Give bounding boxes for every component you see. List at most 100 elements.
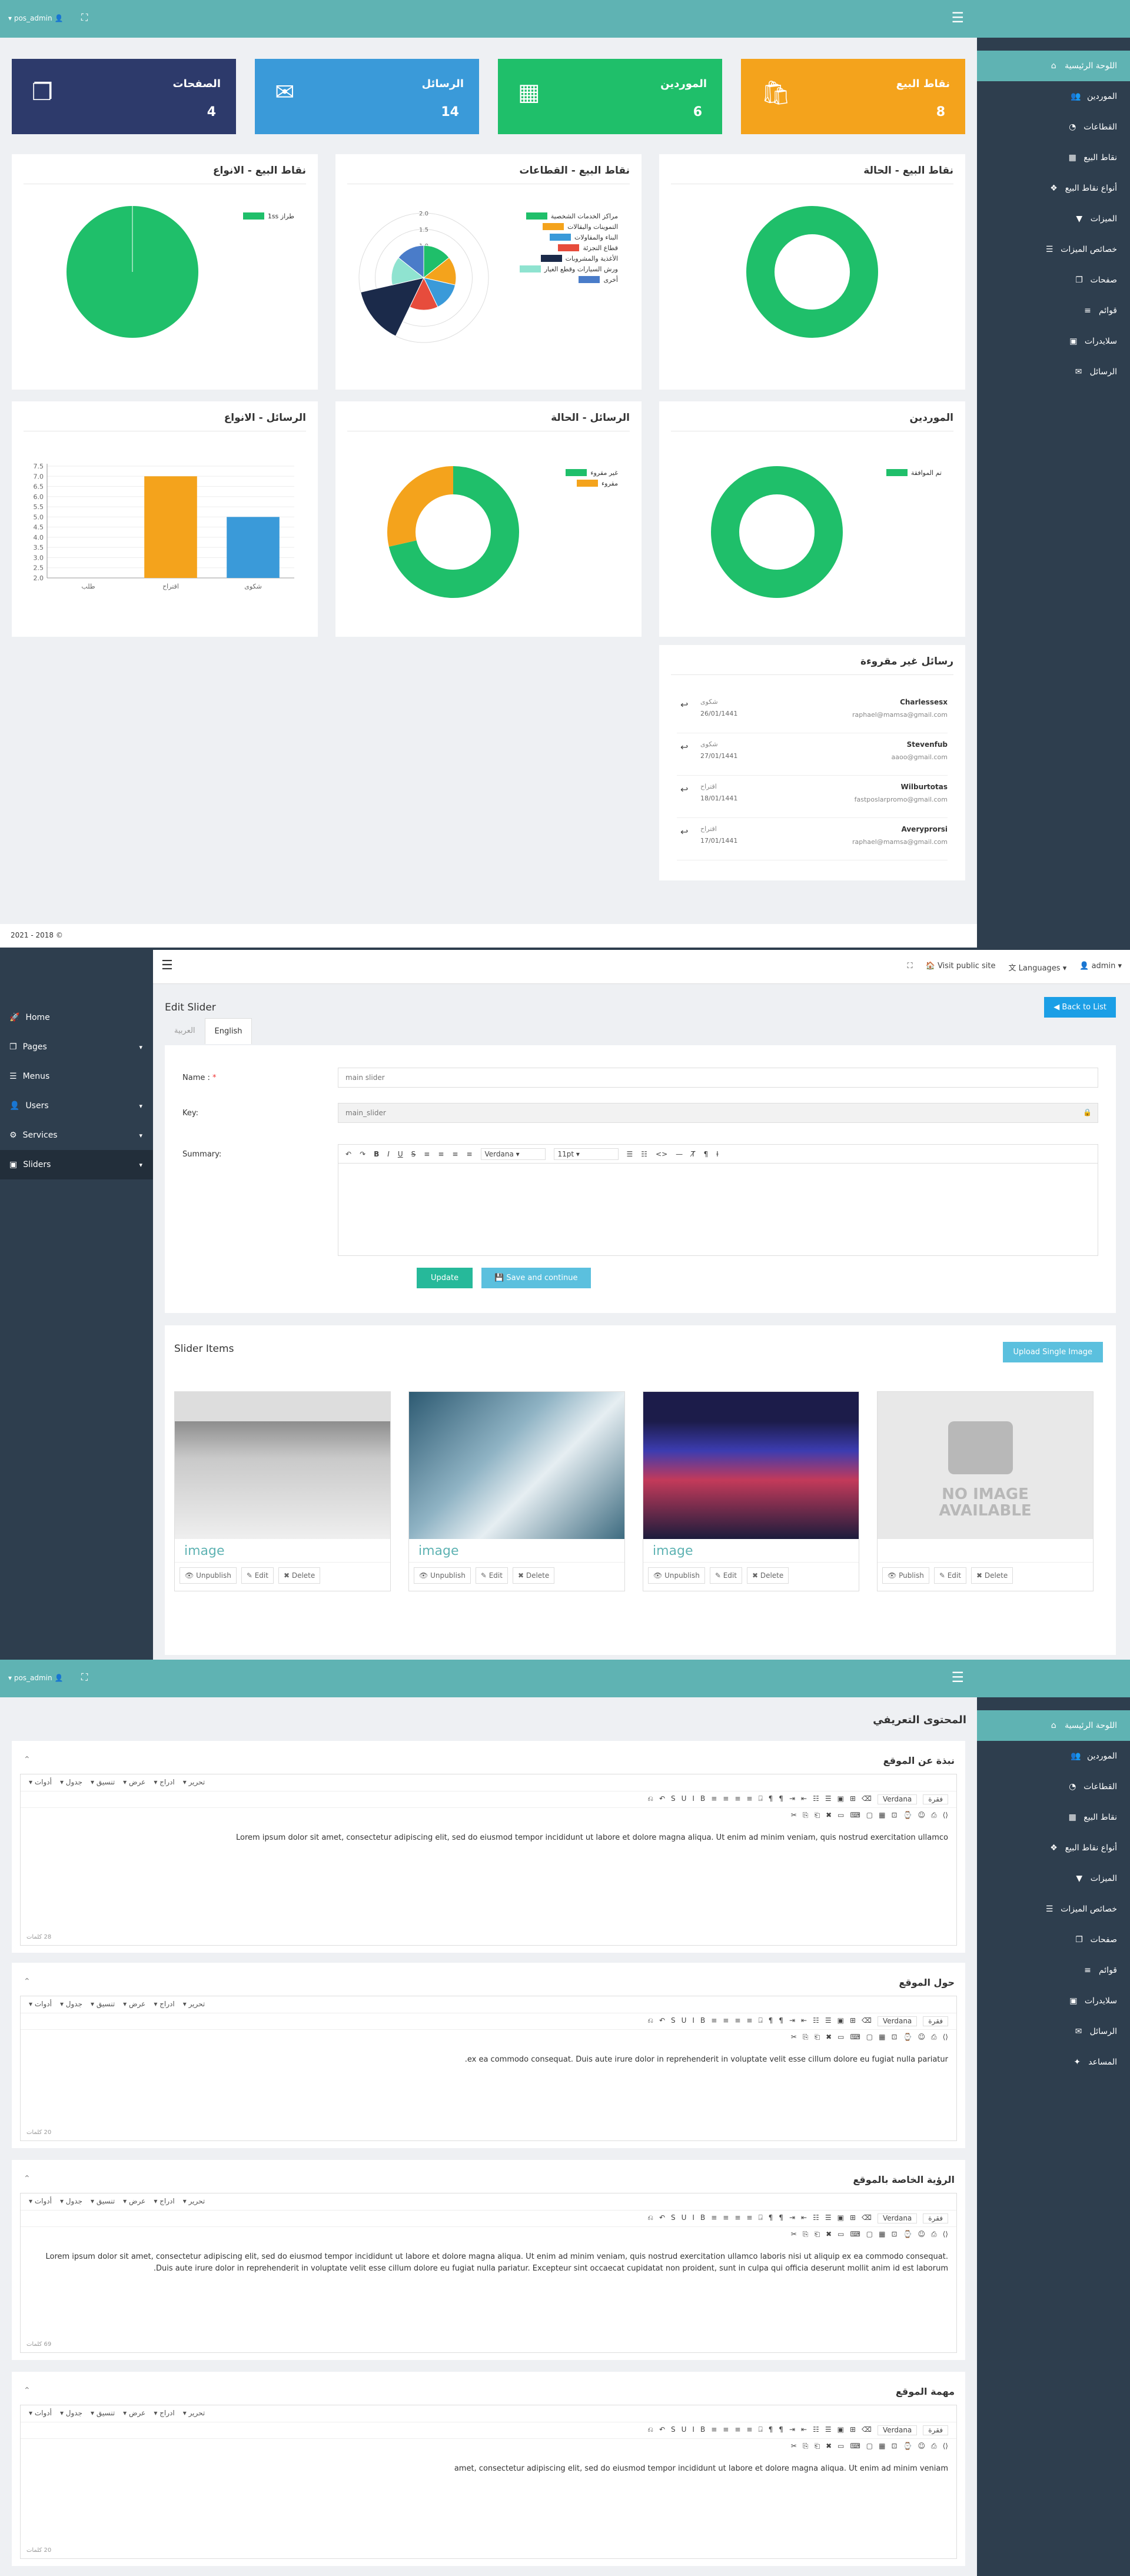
- toolbar-icon[interactable]: U: [682, 2016, 687, 2026]
- toolbar-icon[interactable]: ⎘: [803, 1811, 809, 1821]
- reply-icon[interactable]: ↩: [680, 784, 688, 795]
- toolbar-icon[interactable]: ⊡: [891, 1811, 897, 1821]
- sidebar-item[interactable]: ✦ المساعد: [977, 2047, 1130, 2078]
- message-item[interactable]: Averyprorsi raphael@mamsa@gmail.com اقتراح…: [677, 819, 948, 860]
- format-select[interactable]: فقرة: [923, 2213, 948, 2223]
- toolbar-icon[interactable]: ☷: [813, 2425, 819, 2435]
- pilcrow-icon[interactable]: ¶: [703, 1150, 708, 1158]
- menubar-item[interactable]: تحرير ▾: [183, 2000, 205, 2009]
- bold-icon[interactable]: B: [374, 1150, 379, 1158]
- sidebar-item[interactable]: 👥 الموردين: [977, 1741, 1130, 1771]
- toolbar-icon[interactable]: ⎗: [814, 2442, 820, 2452]
- toolbar-icon[interactable]: ✖: [826, 2033, 832, 2043]
- toolbar-icon[interactable]: ⎙: [931, 2033, 937, 2043]
- save-continue-button[interactable]: 💾 Save and continue: [481, 1268, 591, 1288]
- sidebar-item[interactable]: ≡ قوائم: [977, 1955, 1130, 1986]
- sidebar-item[interactable]: ❖ أنواع نقاط البيع: [977, 173, 1130, 204]
- stat-card[interactable]: الرسائل 14 ✉: [255, 59, 479, 134]
- toolbar-icon[interactable]: ☺: [918, 2442, 926, 2452]
- sidebar-item[interactable]: ❐ صفحات: [977, 265, 1130, 295]
- toolbar-icon[interactable]: ▭: [837, 2442, 844, 2452]
- sidebar-item[interactable]: ❖ أنواع نقاط البيع: [977, 1833, 1130, 1863]
- stat-card[interactable]: نقاط البيع 8 🛍: [741, 59, 965, 134]
- toolbar-icon[interactable]: S: [671, 1794, 676, 1804]
- legend-entry[interactable]: غير مقروء: [566, 467, 618, 478]
- toolbar-icon[interactable]: S: [671, 2425, 676, 2435]
- toolbar-icon[interactable]: ▣: [837, 2425, 844, 2435]
- sidebar-item[interactable]: ◔ القطاعات: [977, 1771, 1130, 1802]
- menubar-item[interactable]: جدول ▾: [60, 2409, 82, 2418]
- font-select[interactable]: Verdana: [877, 2016, 918, 2026]
- reply-icon[interactable]: ↩: [680, 826, 688, 837]
- sidebar-item[interactable]: 👤 Users ▾: [0, 1091, 153, 1121]
- toolbar-icon[interactable]: ⌨: [850, 2442, 860, 2452]
- delete-button[interactable]: ✖ Delete: [746, 1567, 789, 1584]
- toolbar-icon[interactable]: ⌫: [862, 2016, 872, 2026]
- toolbar-icon[interactable]: ≡: [734, 2213, 740, 2223]
- font-select[interactable]: Verdana: [877, 2425, 918, 2435]
- sidebar-item[interactable]: ▦ نقاط البيع: [977, 142, 1130, 173]
- menubar-item[interactable]: تنسيق ▾: [91, 1778, 115, 1787]
- collapse-icon[interactable]: ⌃: [24, 2386, 31, 2395]
- unpublish-button[interactable]: 👁 Unpublish: [180, 1567, 237, 1584]
- hr-icon[interactable]: —: [676, 1150, 683, 1158]
- update-button[interactable]: Update: [417, 1268, 473, 1288]
- menubar-item[interactable]: ادراج ▾: [154, 1778, 174, 1787]
- toolbar-icon[interactable]: ⌚: [903, 2230, 912, 2240]
- toolbar-icon[interactable]: ¶: [769, 2213, 773, 2223]
- menubar-item[interactable]: عرض ▾: [123, 2000, 145, 2009]
- delete-button[interactable]: ✖ Delete: [971, 1567, 1013, 1584]
- toolbar-icon[interactable]: ☰: [825, 2425, 832, 2435]
- legend-entry[interactable]: البناء والمقاولات: [520, 232, 618, 242]
- toolbar-icon[interactable]: ≡: [746, 1794, 752, 1804]
- sidebar-item[interactable]: ≡ قوائم: [977, 295, 1130, 326]
- sidebar-item[interactable]: ▦ نقاط البيع: [977, 1802, 1130, 1833]
- toolbar-icon[interactable]: ⎙: [931, 1811, 937, 1821]
- toolbar-icon[interactable]: ≡: [734, 2425, 740, 2435]
- align-left-icon[interactable]: ≡: [424, 1150, 430, 1158]
- reply-icon[interactable]: ↩: [680, 699, 688, 710]
- toolbar-icon[interactable]: ☷: [813, 2016, 819, 2026]
- numbered-list-icon[interactable]: ☷: [641, 1150, 647, 1158]
- sidebar-item[interactable]: ☰ خصائص الميزات: [977, 234, 1130, 265]
- toolbar-icon[interactable]: ▣: [837, 1794, 844, 1804]
- toolbar-icon[interactable]: ⌨: [850, 2230, 860, 2240]
- toolbar-icon[interactable]: ⇤: [801, 2016, 807, 2026]
- toolbar-icon[interactable]: ⟨⟩: [943, 1811, 948, 1821]
- toolbar-icon[interactable]: ⌚: [903, 2442, 912, 2452]
- toolbar-icon[interactable]: I: [692, 2016, 694, 2026]
- toolbar-icon[interactable]: ≡: [734, 2016, 740, 2026]
- editor-content[interactable]: ex ea commodo consequat. Duis aute irure…: [21, 2046, 956, 2074]
- toolbar-icon[interactable]: ▭: [837, 1811, 844, 1821]
- reply-icon[interactable]: ↩: [680, 742, 688, 753]
- sidebar-item[interactable]: 🚀 Home: [0, 1003, 153, 1032]
- toolbar-icon[interactable]: B: [700, 2425, 705, 2435]
- menubar-item[interactable]: تحرير ▾: [183, 2409, 205, 2418]
- toolbar-icon[interactable]: ⎘: [803, 2442, 809, 2452]
- toolbar-icon[interactable]: ≡: [723, 2016, 729, 2026]
- toolbar-icon[interactable]: ⌨: [850, 1811, 860, 1821]
- message-item[interactable]: Charlessesx raphael@mamsa@gmail.com شكوى 26…: [677, 692, 948, 733]
- toolbar-icon[interactable]: ✖: [826, 2442, 832, 2452]
- toolbar-icon[interactable]: ⇤: [801, 2425, 807, 2435]
- legend-entry[interactable]: مقروء: [566, 478, 618, 488]
- toolbar-icon[interactable]: ⎙: [931, 2442, 937, 2452]
- toolbar-icon[interactable]: ¶: [779, 1794, 783, 1804]
- toolbar-icon[interactable]: ☰: [825, 2016, 832, 2026]
- toolbar-icon[interactable]: ✂: [791, 2033, 797, 2043]
- toolbar-icon[interactable]: ▢: [866, 2230, 873, 2240]
- toolbar-icon[interactable]: ▢: [866, 2442, 873, 2452]
- toolbar-icon[interactable]: ✂: [791, 2442, 797, 2452]
- toolbar-icon[interactable]: ⇥: [789, 2425, 795, 2435]
- unpublish-button[interactable]: 👁 Unpublish: [648, 1567, 705, 1584]
- toolbar-icon[interactable]: ⇥: [789, 2016, 795, 2026]
- toolbar-icon[interactable]: ⊡: [891, 2230, 897, 2240]
- toolbar-icon[interactable]: ⊞: [850, 2425, 856, 2435]
- toolbar-icon[interactable]: ⎙: [931, 2230, 937, 2240]
- edit-button[interactable]: ✎ Edit: [475, 1567, 508, 1584]
- toolbar-icon[interactable]: ▦: [879, 2442, 885, 2452]
- toolbar-icon[interactable]: ✖: [826, 2230, 832, 2240]
- edit-button[interactable]: ✎ Edit: [241, 1567, 274, 1584]
- toolbar-icon[interactable]: ✖: [826, 1811, 832, 1821]
- bar[interactable]: [144, 476, 197, 578]
